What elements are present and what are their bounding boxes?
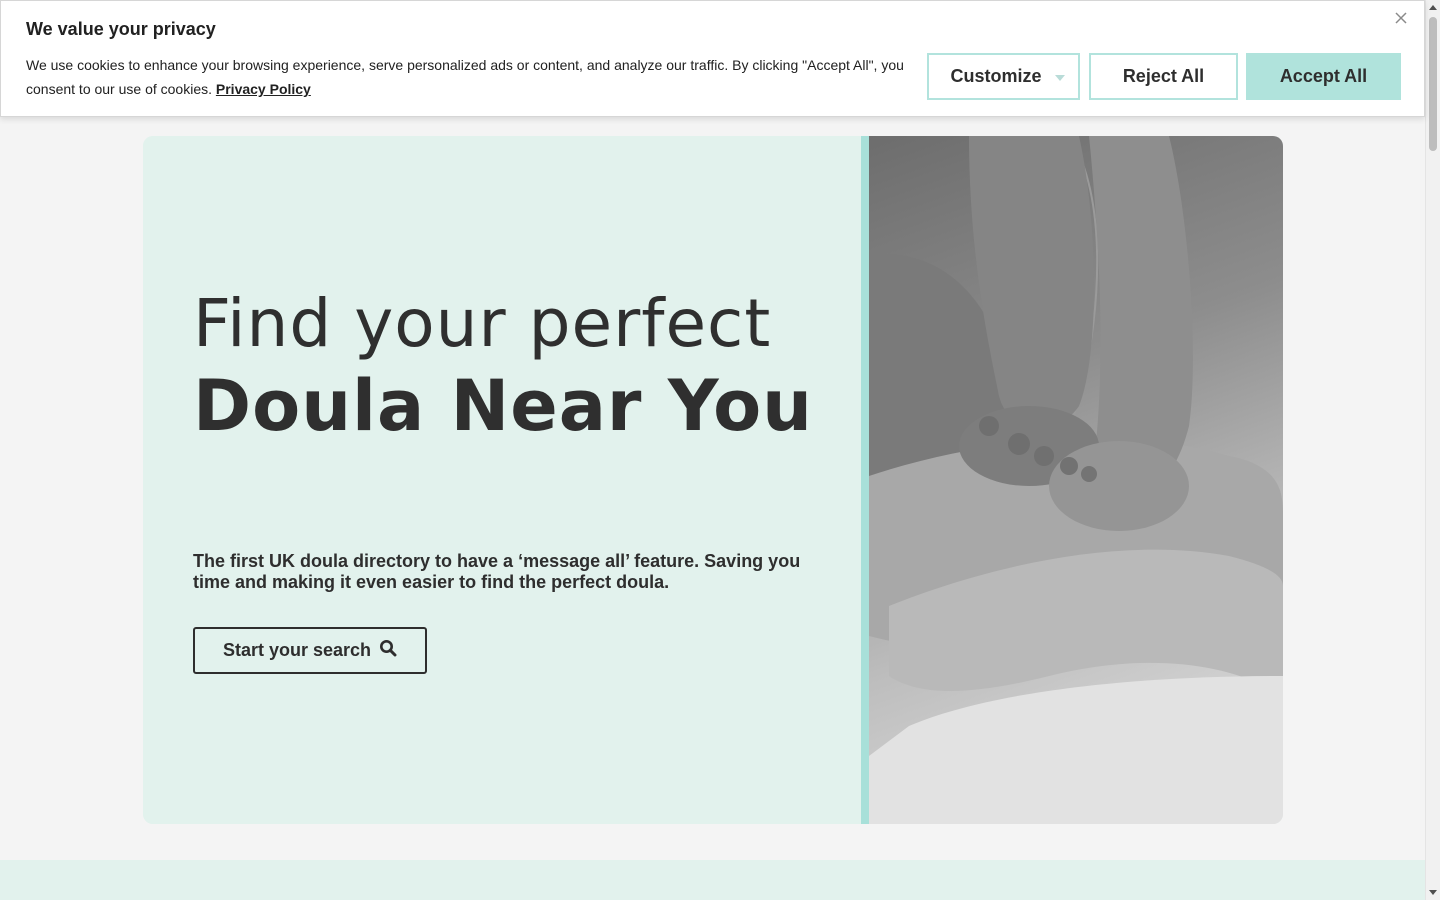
cookie-banner: We value your privacy We use cookies to … [0,0,1425,117]
start-search-label: Start your search [222,640,372,660]
hero-heading-bold: Doula Near You [193,365,814,447]
customize-label: Customize [950,66,1042,86]
cookie-text: We use cookies to enhance your browsing … [26,53,916,101]
cookie-description: We use cookies to enhance your browsing … [26,57,904,97]
scrollbar[interactable] [1425,0,1440,900]
baby-feet-image [869,136,1283,824]
cookie-title: We value your privacy [26,19,216,39]
customize-button[interactable]: Customize [927,53,1080,100]
scroll-down-icon[interactable] [1429,890,1437,895]
chevron-down-icon [1055,75,1065,81]
page: We value your privacy We use cookies to … [0,0,1425,900]
next-section [0,860,1425,900]
start-search-button[interactable]: Start your search [193,627,427,674]
scroll-up-icon[interactable] [1429,5,1437,10]
hero-divider [861,136,869,824]
reject-all-button[interactable]: Reject All [1089,53,1238,100]
privacy-policy-link[interactable]: Privacy Policy [216,81,311,97]
hero-content: Find your perfect Doula Near You The fir… [143,136,861,824]
search-icon [379,639,397,662]
close-icon[interactable] [1392,9,1410,27]
hero-section: Find your perfect Doula Near You The fir… [143,136,1283,824]
accept-all-button[interactable]: Accept All [1246,53,1401,100]
scrollbar-thumb[interactable] [1429,17,1437,151]
hero-heading-light: Find your perfect [193,285,772,362]
hero-subheading: The first UK doula directory to have a ‘… [193,551,801,592]
hero-heading: Find your perfect Doula Near You [193,286,833,448]
